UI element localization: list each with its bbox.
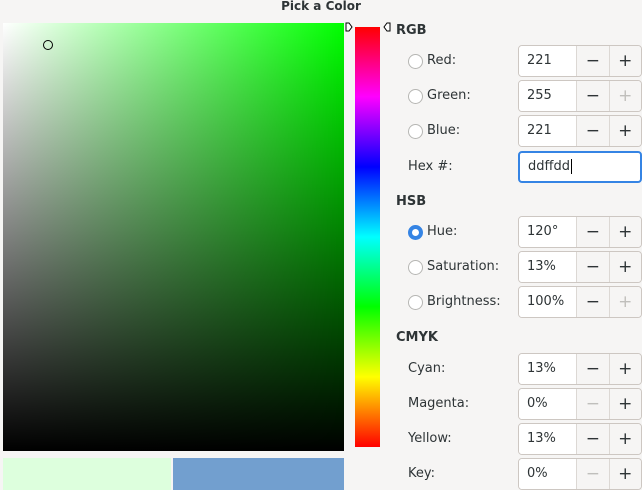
green-radio[interactable]: Green: [408, 86, 471, 106]
hex-input[interactable]: ddffdd [518, 151, 642, 183]
radio-indicator[interactable] [408, 53, 423, 69]
cyan-spinbutton[interactable]: 13% − + [518, 353, 642, 385]
yellow-spinbutton[interactable]: 13% − + [518, 423, 642, 455]
saturation-label: Saturation: [427, 259, 500, 274]
blue-decrement-button[interactable]: − [576, 116, 609, 146]
green-decrement-button[interactable]: − [576, 81, 609, 111]
brightness-spinbutton[interactable]: 100% − + [518, 286, 642, 318]
hex-label: Hex #: [408, 159, 453, 174]
blue-value[interactable]: 221 [519, 116, 577, 146]
hex-value[interactable]: ddffdd [528, 159, 570, 174]
green-increment-button[interactable]: + [608, 81, 641, 111]
brightness-decrement-button[interactable]: − [576, 287, 609, 317]
magenta-decrement-button[interactable]: − [576, 389, 609, 419]
blue-spinbutton[interactable]: 221 − + [518, 115, 642, 147]
yellow-value[interactable]: 13% [519, 424, 577, 454]
hsb-section-title: HSB [396, 194, 427, 209]
blue-label: Blue: [427, 123, 461, 138]
magenta-increment-button[interactable]: + [608, 389, 641, 419]
red-label: Red: [427, 53, 457, 68]
radio-indicator[interactable] [408, 123, 423, 139]
brightness-radio[interactable]: Brightness: [408, 292, 501, 312]
saturation-decrement-button[interactable]: − [576, 252, 609, 282]
radio-indicator[interactable] [408, 259, 423, 275]
blue-radio[interactable]: Blue: [408, 121, 460, 141]
hue-marker-left-icon[interactable] [345, 22, 353, 32]
cyan-decrement-button[interactable]: − [576, 354, 609, 384]
brightness-label: Brightness: [427, 294, 501, 309]
green-value[interactable]: 255 [519, 81, 577, 111]
key-decrement-button[interactable]: − [576, 459, 609, 489]
new-color-swatch [3, 458, 171, 490]
hue-increment-button[interactable]: + [608, 217, 641, 247]
saturation-radio[interactable]: Saturation: [408, 257, 499, 277]
yellow-decrement-button[interactable]: − [576, 424, 609, 454]
original-color-swatch[interactable] [173, 458, 344, 490]
hue-value[interactable]: 120° [519, 217, 577, 247]
yellow-increment-button[interactable]: + [608, 424, 641, 454]
radio-indicator-selected[interactable] [408, 224, 423, 240]
hue-decrement-button[interactable]: − [576, 217, 609, 247]
red-increment-button[interactable]: + [608, 46, 641, 76]
saturation-value[interactable]: 13% [519, 252, 577, 282]
saturation-increment-button[interactable]: + [608, 252, 641, 282]
yellow-label: Yellow: [408, 431, 452, 446]
brightness-value[interactable]: 100% [519, 287, 577, 317]
cyan-value[interactable]: 13% [519, 354, 577, 384]
radio-indicator[interactable] [408, 88, 423, 104]
cyan-increment-button[interactable]: + [608, 354, 641, 384]
brightness-increment-button[interactable]: + [608, 287, 641, 317]
saturation-brightness-picker[interactable] [3, 23, 344, 451]
key-increment-button[interactable]: + [608, 459, 641, 489]
hue-radio[interactable]: Hue: [408, 222, 457, 242]
key-value[interactable]: 0% [519, 459, 577, 489]
red-decrement-button[interactable]: − [576, 46, 609, 76]
picker-handle[interactable] [43, 40, 53, 50]
magenta-spinbutton[interactable]: 0% − + [518, 388, 642, 420]
rgb-section-title: RGB [396, 23, 427, 38]
green-label: Green: [427, 88, 471, 103]
key-spinbutton[interactable]: 0% − + [518, 458, 642, 490]
red-radio[interactable]: Red: [408, 51, 456, 71]
hue-label: Hue: [427, 224, 458, 239]
saturation-spinbutton[interactable]: 13% − + [518, 251, 642, 283]
hue-spinbutton[interactable]: 120° − + [518, 216, 642, 248]
red-spinbutton[interactable]: 221 − + [518, 45, 642, 77]
window-title: Pick a Color [281, 0, 361, 13]
key-label: Key: [408, 466, 436, 481]
magenta-label: Magenta: [408, 396, 470, 411]
magenta-value[interactable]: 0% [519, 389, 577, 419]
text-caret [570, 159, 572, 174]
cmyk-section-title: CMYK [396, 330, 438, 345]
hue-slider[interactable] [355, 27, 380, 447]
hue-marker-right-icon[interactable] [383, 22, 391, 32]
cyan-label: Cyan: [408, 361, 446, 376]
green-spinbutton[interactable]: 255 − + [518, 80, 642, 112]
red-value[interactable]: 221 [519, 46, 577, 76]
blue-increment-button[interactable]: + [608, 116, 641, 146]
radio-indicator[interactable] [408, 294, 423, 310]
